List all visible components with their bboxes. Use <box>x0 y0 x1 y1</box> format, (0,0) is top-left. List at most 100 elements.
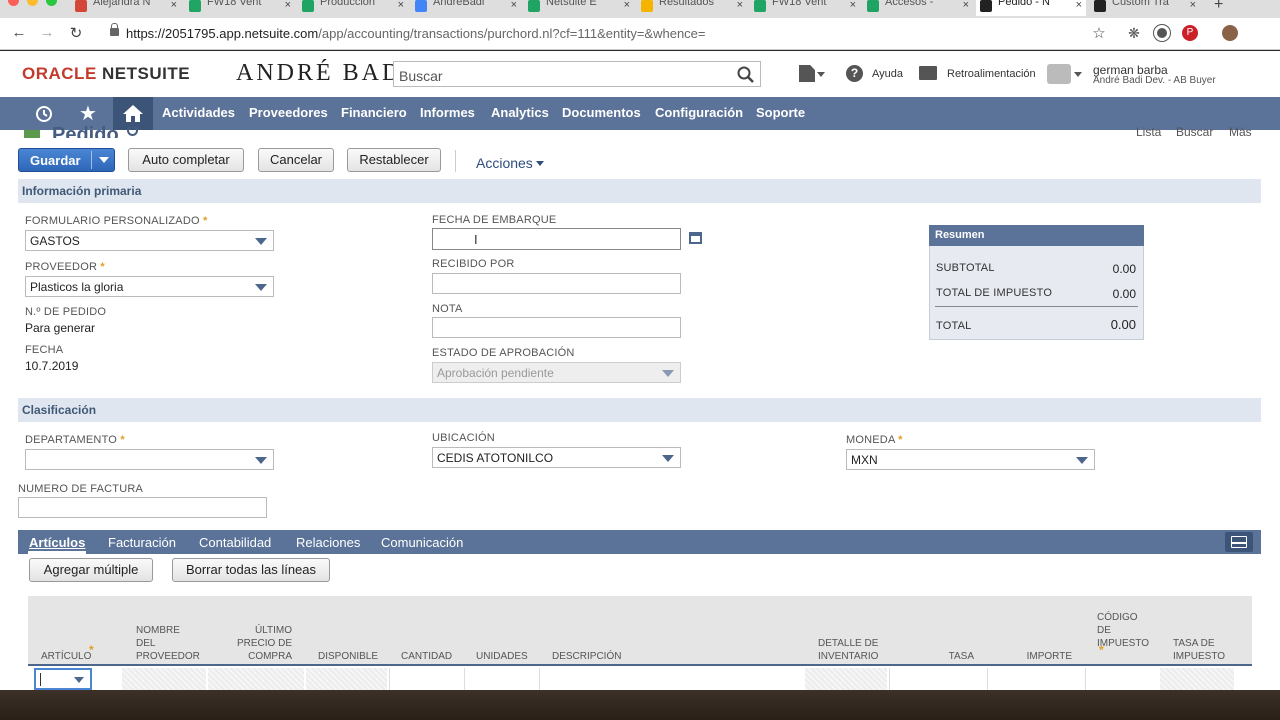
browser-tab[interactable]: Pedido - N × <box>976 0 1086 16</box>
tab-close-icon[interactable]: × <box>624 0 630 11</box>
tab-close-icon[interactable]: × <box>850 0 856 11</box>
reset-button[interactable]: Restablecer <box>347 148 441 172</box>
global-search-input[interactable]: Buscar <box>393 61 761 87</box>
tab-close-icon[interactable]: × <box>963 0 969 11</box>
invoice-number-field[interactable] <box>18 497 267 518</box>
create-new-icon[interactable] <box>799 65 815 82</box>
tab-billing[interactable]: Facturación <box>108 535 176 550</box>
company-logo[interactable]: ANDRÉ BADI <box>236 60 413 87</box>
feedback-link[interactable]: Retroalimentación <box>947 68 1036 80</box>
new-tab-icon[interactable]: + <box>1214 0 1223 14</box>
actions-menu[interactable]: Acciones <box>476 155 533 171</box>
more-link[interactable]: Más <box>1229 125 1252 139</box>
actions-chevron-icon[interactable] <box>536 161 544 166</box>
amount-cell[interactable] <box>987 668 1083 692</box>
auto-complete-button[interactable]: Auto completar <box>128 148 244 172</box>
nav-item-informes[interactable]: Informes <box>420 105 475 120</box>
section-classification[interactable]: Clasificación <box>18 398 1261 422</box>
tab-close-icon[interactable]: × <box>1190 0 1196 11</box>
note-field[interactable] <box>432 317 681 338</box>
recent-records-icon[interactable] <box>34 104 54 124</box>
ship-date-field[interactable] <box>432 228 681 250</box>
tab-close-icon[interactable]: × <box>398 0 404 11</box>
window-minimize-dot[interactable] <box>27 0 38 6</box>
tab-close-icon[interactable]: × <box>511 0 517 11</box>
nav-item-configuracin[interactable]: Configuración <box>655 105 743 120</box>
user-menu-chevron-icon[interactable] <box>1074 72 1082 77</box>
layout-toggle-icon[interactable] <box>1225 532 1253 552</box>
received-by-field[interactable] <box>432 273 681 294</box>
help-icon[interactable]: ? <box>846 65 863 82</box>
reload-icon[interactable]: ↻ <box>66 24 86 42</box>
user-avatar-icon[interactable] <box>1047 64 1071 84</box>
browser-tab[interactable]: Resultados × <box>637 0 747 16</box>
browser-tab[interactable]: Netsuite E × <box>524 0 634 16</box>
tab-close-icon[interactable]: × <box>171 0 177 11</box>
browser-tab[interactable]: FW18 Vent × <box>750 0 860 16</box>
forward-icon[interactable]: → <box>37 24 57 41</box>
calendar-icon[interactable] <box>689 232 702 244</box>
tab-articles[interactable]: Artículos <box>29 535 85 550</box>
tab-accounting[interactable]: Contabilidad <box>199 535 271 550</box>
rate-cell[interactable] <box>889 668 985 692</box>
tab-close-icon[interactable]: × <box>1076 0 1082 11</box>
chevron-down-icon <box>662 370 674 377</box>
nav-item-analytics[interactable]: Analytics <box>491 105 549 120</box>
quantity-cell[interactable] <box>389 668 462 692</box>
browser-tab-title: Pedido - N <box>998 0 1050 8</box>
nav-item-financiero[interactable]: Financiero <box>341 105 407 120</box>
search-icon[interactable] <box>737 66 754 83</box>
tab-relationships[interactable]: Relaciones <box>296 535 360 550</box>
currency-select[interactable]: MXN <box>846 449 1095 470</box>
nav-item-proveedores[interactable]: Proveedores <box>249 105 328 120</box>
units-cell[interactable] <box>464 668 537 692</box>
available-cell <box>306 668 387 692</box>
custom-form-select[interactable]: GASTOS <box>25 230 274 251</box>
browser-tab[interactable]: FW18 Vent × <box>185 0 295 16</box>
user-role[interactable]: André Badi Dev. - AB Buyer <box>1093 75 1216 86</box>
extension-gear-icon[interactable]: ❋ <box>1126 25 1142 41</box>
page-title-search-icon[interactable] <box>127 127 140 137</box>
browser-tab[interactable]: AndreBadi × <box>411 0 521 16</box>
location-select[interactable]: CEDIS ATOTONILCO <box>432 447 681 468</box>
browser-tab[interactable]: Produccion × <box>298 0 408 16</box>
tab-communication[interactable]: Comunicación <box>381 535 463 550</box>
description-cell[interactable] <box>539 668 803 692</box>
window-close-dot[interactable] <box>8 0 19 6</box>
column-header: CÓDIGO DE IMPUESTO <box>1097 612 1150 649</box>
extension-circle-icon[interactable] <box>1154 25 1170 41</box>
save-button[interactable]: Guardar <box>18 148 115 172</box>
bookmark-star-icon[interactable]: ☆ <box>1089 24 1109 42</box>
browser-tab[interactable]: Custom Tra × <box>1090 0 1200 16</box>
clear-all-lines-button[interactable]: Borrar todas las líneas <box>172 558 330 582</box>
url-bar[interactable]: https://2051795.app.netsuite.com/app/acc… <box>104 23 1110 45</box>
search-link[interactable]: Buscar <box>1176 125 1213 139</box>
feedback-icon[interactable] <box>919 66 937 80</box>
list-link[interactable]: Lista <box>1136 125 1161 139</box>
home-icon[interactable] <box>122 104 144 123</box>
item-select[interactable] <box>34 668 92 690</box>
oracle-netsuite-logo[interactable]: ORACLE NETSUITE <box>22 64 190 84</box>
help-link[interactable]: Ayuda <box>872 68 903 80</box>
received-by-label: RECIBIDO POR <box>432 258 515 270</box>
vendor-select[interactable]: Plasticos la gloria <box>25 276 274 297</box>
profile-avatar-icon[interactable] <box>1222 25 1238 41</box>
window-zoom-dot[interactable] <box>46 0 57 6</box>
nav-item-soporte[interactable]: Soporte <box>756 105 805 120</box>
section-primary-info[interactable]: Información primaria <box>18 179 1261 203</box>
tab-close-icon[interactable]: × <box>285 0 291 11</box>
browser-tab[interactable]: Accesos - × <box>863 0 973 16</box>
nav-item-documentos[interactable]: Documentos <box>562 105 641 120</box>
tax-code-cell[interactable] <box>1085 668 1158 692</box>
create-new-chevron-icon[interactable] <box>817 72 825 77</box>
browser-tab[interactable]: Alejandra N × <box>71 0 181 16</box>
save-options-chevron-icon[interactable] <box>99 157 109 163</box>
back-icon[interactable]: ← <box>9 24 29 41</box>
nav-item-actividades[interactable]: Actividades <box>162 105 235 120</box>
department-select[interactable] <box>25 449 274 470</box>
pinterest-icon[interactable]: P <box>1182 25 1198 41</box>
cancel-button[interactable]: Cancelar <box>258 148 334 172</box>
add-multiple-button[interactable]: Agregar múltiple <box>29 558 153 582</box>
tab-close-icon[interactable]: × <box>737 0 743 11</box>
vendor-value: Plasticos la gloria <box>30 280 124 294</box>
